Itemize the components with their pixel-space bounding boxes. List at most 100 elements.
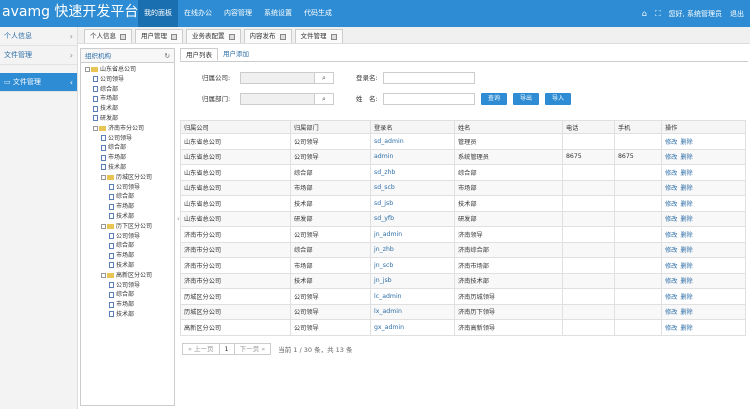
cell-login[interactable]: admin	[370, 148, 455, 165]
tree-folder-node[interactable]: 高新区分公司	[81, 271, 174, 281]
delete-link[interactable]: 删除	[680, 232, 692, 239]
cell-login[interactable]: sd_yfb	[370, 210, 455, 227]
page-1-button[interactable]: 1	[218, 342, 235, 355]
close-icon[interactable]	[171, 33, 177, 40]
tree-leaf-node[interactable]: 综合部	[81, 290, 174, 300]
expand-toggle-icon[interactable]	[85, 67, 90, 72]
cell-login[interactable]: gx_admin	[370, 319, 455, 336]
tab-user-add[interactable]: 用户添加	[218, 48, 254, 61]
delete-link[interactable]: 删除	[680, 185, 692, 192]
sidebar-item-profile[interactable]: 个人信息 ›	[0, 27, 77, 46]
topnav-my-panel[interactable]: 我的面板	[138, 0, 178, 27]
home-icon[interactable]: ⌂	[642, 9, 647, 18]
pagetab-table-config[interactable]: 业务表配置	[186, 29, 241, 43]
tree-leaf-node[interactable]: 市场部	[81, 300, 174, 310]
cell-login[interactable]: sd_admin	[370, 133, 455, 150]
edit-link[interactable]: 修改	[665, 294, 677, 301]
next-page-button[interactable]: 下一页 »	[233, 342, 272, 355]
tree-folder-node[interactable]: 济南市分公司	[81, 124, 174, 134]
expand-toggle-icon[interactable]	[101, 272, 106, 278]
sidebar-item-file-manage-active[interactable]: ▭ 文件管理 ‹	[0, 73, 77, 92]
cell-login[interactable]: lx_admin	[370, 303, 455, 320]
pagetab-content-publish[interactable]: 内容发布	[243, 29, 292, 43]
tree-leaf-node[interactable]: 综合部	[81, 241, 174, 251]
cell-login[interactable]: lc_admin	[370, 288, 455, 305]
edit-link[interactable]: 修改	[665, 309, 677, 316]
tree-leaf-node[interactable]: 综合部	[81, 85, 174, 95]
refresh-icon[interactable]: ↻	[165, 49, 170, 63]
sidebar-item-file-manage[interactable]: 文件管理 ›	[0, 46, 77, 65]
tree-leaf-node[interactable]: 技术部	[81, 310, 174, 320]
edit-link[interactable]: 修改	[665, 170, 677, 177]
tree-leaf-node[interactable]: 公司领导	[81, 134, 174, 144]
edit-link[interactable]: 修改	[665, 201, 677, 208]
dept-search-icon[interactable]: ⌕	[314, 93, 334, 105]
topnav-content[interactable]: 内容管理	[218, 0, 258, 27]
delete-link[interactable]: 删除	[680, 154, 692, 161]
tree-leaf-node[interactable]: 技术部	[81, 212, 174, 222]
tree-leaf-node[interactable]: 技术部	[81, 104, 174, 114]
edit-link[interactable]: 修改	[665, 247, 677, 254]
edit-link[interactable]: 修改	[665, 263, 677, 270]
tree-leaf-node[interactable]: 市场部	[81, 202, 174, 212]
expand-toggle-icon[interactable]	[101, 174, 106, 180]
cell-login[interactable]: sd_scb	[370, 179, 455, 196]
edit-link[interactable]: 修改	[665, 278, 677, 285]
edit-link[interactable]: 修改	[665, 232, 677, 239]
tree-leaf-node[interactable]: 研发部	[81, 114, 174, 124]
tree-leaf-node[interactable]: 技术部	[81, 163, 174, 173]
dept-field[interactable]	[240, 93, 315, 105]
delete-link[interactable]: 删除	[680, 309, 692, 316]
logout-link[interactable]: 退出	[730, 9, 744, 19]
edit-link[interactable]: 修改	[665, 325, 677, 332]
cell-login[interactable]: sd_jsb	[370, 195, 455, 212]
tree-leaf-node[interactable]: 技术部	[81, 261, 174, 271]
expand-toggle-icon[interactable]	[93, 125, 98, 131]
tab-user-list[interactable]: 用户列表	[180, 48, 218, 61]
edit-link[interactable]: 修改	[665, 185, 677, 192]
delete-link[interactable]: 删除	[680, 263, 692, 270]
tree-leaf-node[interactable]: 公司领导	[81, 232, 174, 242]
edit-link[interactable]: 修改	[665, 139, 677, 146]
tree-folder-node[interactable]: 历城区分公司	[81, 173, 174, 183]
tree-leaf-node[interactable]: 综合部	[81, 192, 174, 202]
close-icon[interactable]	[228, 33, 235, 40]
cell-login[interactable]: sd_zhb	[370, 164, 455, 181]
col-login[interactable]: 登录名	[370, 120, 455, 134]
cell-login[interactable]: jn_scb	[370, 257, 455, 274]
delete-link[interactable]: 删除	[680, 247, 692, 254]
login-name-input[interactable]	[383, 72, 475, 84]
delete-link[interactable]: 删除	[680, 170, 692, 177]
topnav-settings[interactable]: 系统设置	[258, 0, 298, 27]
export-button[interactable]: 导出	[513, 93, 539, 105]
cell-login[interactable]: jn_admin	[370, 226, 455, 243]
edit-link[interactable]: 修改	[665, 216, 677, 223]
cell-login[interactable]: jn_zhb	[370, 241, 455, 258]
tree-leaf-node[interactable]: 公司领导	[81, 75, 174, 85]
col-dept[interactable]: 归属部门	[290, 120, 371, 134]
close-icon[interactable]	[279, 33, 286, 40]
cell-login[interactable]: jn_jsb	[370, 272, 455, 289]
pagetab-profile[interactable]: 个人信息	[84, 29, 132, 43]
tree-leaf-node[interactable]: 市场部	[81, 153, 174, 163]
pagetab-file-manage[interactable]: 文件管理	[294, 29, 343, 43]
name-input[interactable]	[383, 93, 475, 105]
delete-link[interactable]: 删除	[680, 325, 692, 332]
tree-leaf-node[interactable]: 综合部	[81, 143, 174, 153]
tree-folder-node[interactable]: 山东省总公司	[81, 65, 174, 75]
company-field[interactable]	[240, 72, 315, 84]
query-button[interactable]: 查询	[481, 93, 507, 105]
import-button[interactable]: 导入	[545, 93, 571, 105]
tree-leaf-node[interactable]: 市场部	[81, 94, 174, 104]
tree-leaf-node[interactable]: 公司领导	[81, 183, 174, 193]
pagetab-user-manage[interactable]: 用户管理	[135, 29, 183, 43]
topnav-office[interactable]: 在线办公	[178, 0, 218, 27]
tree-folder-node[interactable]: 历下区分公司	[81, 222, 174, 232]
delete-link[interactable]: 删除	[680, 201, 692, 208]
expand-toggle-icon[interactable]	[101, 223, 106, 229]
company-search-icon[interactable]: ⌕	[314, 72, 334, 84]
delete-link[interactable]: 删除	[680, 294, 692, 301]
edit-link[interactable]: 修改	[665, 154, 677, 161]
prev-page-button[interactable]: « 上一页	[182, 342, 220, 355]
tree-leaf-node[interactable]: 市场部	[81, 251, 174, 261]
